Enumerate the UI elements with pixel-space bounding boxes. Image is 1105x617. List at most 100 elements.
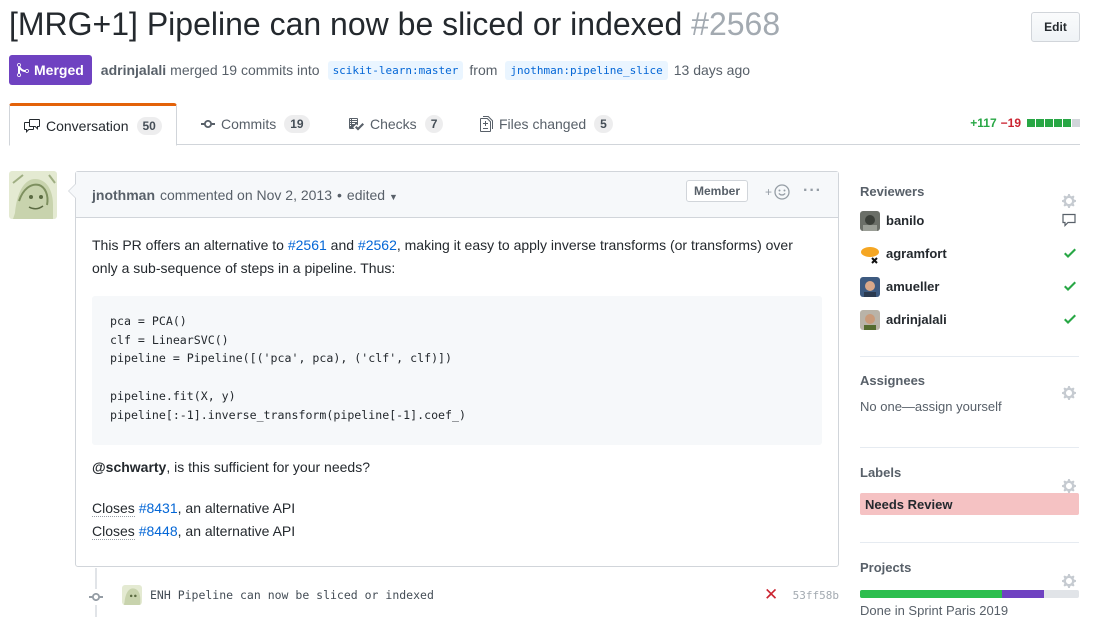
edited-label: edited xyxy=(346,186,386,203)
diffstat-block xyxy=(1036,119,1044,127)
mention-text: , is this sufficient for your needs? xyxy=(166,459,370,475)
issue-link-8431[interactable]: #8431 xyxy=(139,500,178,516)
diffstat-block xyxy=(1072,119,1080,127)
avatar xyxy=(860,309,880,330)
comment-timestamp[interactable]: commented on Nov 2, 2013 xyxy=(160,187,332,203)
commit-message[interactable]: ENH Pipeline can now be sliced or indexe… xyxy=(150,588,434,602)
closes-keyword[interactable]: Closes xyxy=(92,500,135,517)
projects-section: Projects Done in Sprint Paris 2019 xyxy=(860,554,1079,617)
merged-time[interactable]: 13 days ago xyxy=(674,62,750,78)
code-block: pca = PCA() clf = LinearSVC() pipeline =… xyxy=(92,296,822,445)
closes-text: , an alternative API xyxy=(177,523,296,539)
timeline-commit: ENH Pipeline can now be sliced or indexe… xyxy=(75,568,839,617)
closes-keyword[interactable]: Closes xyxy=(92,523,135,540)
diffstat-block xyxy=(1063,119,1071,127)
comment-separator: • xyxy=(337,186,342,203)
intro-text: This PR offers an alternative to xyxy=(92,237,288,253)
reviewer-name: agramfort xyxy=(886,246,947,261)
label-needs-review[interactable]: Needs Review xyxy=(860,493,1079,515)
tab-checks[interactable]: Checks 7 xyxy=(334,103,457,145)
reviewer-banilo[interactable]: banilo xyxy=(860,204,1079,237)
reviewer-name: amueller xyxy=(886,279,940,294)
merged-state-badge: Merged xyxy=(9,55,92,85)
file-diff-icon xyxy=(480,116,493,132)
commit-author-avatar[interactable] xyxy=(122,585,142,605)
comment-author[interactable]: jnothman xyxy=(92,187,155,203)
issue-link-2562[interactable]: #2562 xyxy=(358,237,397,253)
smiley-icon xyxy=(774,184,790,200)
diffstat-block xyxy=(1045,119,1053,127)
gear-icon[interactable] xyxy=(1061,478,1077,494)
tab-label: Commits xyxy=(221,116,277,132)
checklist-icon xyxy=(349,118,364,131)
head-branch[interactable]: jnothman:pipeline_slice xyxy=(505,60,668,80)
additions-count: +117 xyxy=(970,116,997,130)
author-avatar[interactable] xyxy=(9,171,57,219)
user-mention[interactable]: @schwarty xyxy=(92,459,166,475)
sidebar: Reviewers banilo agramfort amueller adri… xyxy=(860,171,1079,617)
assign-yourself-link[interactable]: No one—assign yourself xyxy=(860,399,1079,414)
pr-title: [MRG+1] Pipeline can now be sliced or in… xyxy=(9,4,1080,44)
avatar xyxy=(860,244,880,264)
diffstat-block xyxy=(1027,119,1035,127)
reviewer-amueller[interactable]: amueller xyxy=(860,270,1079,303)
pr-tabs: Conversation 50 Commits 19 Checks 7 File… xyxy=(9,103,1080,146)
diffstat[interactable]: +117 −19 xyxy=(970,116,1080,130)
comment-body: This PR offers an alternative to #2561 a… xyxy=(76,218,838,559)
project-progress-bar[interactable] xyxy=(860,590,1079,598)
from-text: from xyxy=(469,62,498,78)
merged-text: merged 19 commits into xyxy=(170,62,320,78)
git-commit-icon xyxy=(88,589,104,605)
git-merge-icon xyxy=(17,62,29,78)
commit-sha[interactable]: 53ff58b xyxy=(793,589,839,602)
reviewer-name: banilo xyxy=(886,213,925,228)
edit-title-button[interactable]: Edit xyxy=(1031,12,1080,42)
pr-number: #2568 xyxy=(691,6,781,42)
closes-line: Closes #8448, an alternative API xyxy=(92,520,822,543)
check-icon xyxy=(1063,278,1077,297)
reviewers-section: Reviewers banilo agramfort amueller adri… xyxy=(860,178,1079,357)
diffstat-blocks xyxy=(1027,119,1080,127)
x-icon[interactable]: ✕ xyxy=(764,585,778,605)
pr-header: [MRG+1] Pipeline can now be sliced or in… xyxy=(9,4,1080,48)
git-commit-icon xyxy=(201,120,215,128)
labels-section: Labels Needs Review xyxy=(860,459,1079,543)
mention-paragraph: @schwarty, is this sufficient for your n… xyxy=(92,456,822,479)
kebab-horizontal-icon[interactable]: ··· xyxy=(803,182,822,200)
gear-icon[interactable] xyxy=(1061,573,1077,589)
comment-header: jnothman commented on Nov 2, 2013 • edit… xyxy=(76,172,838,218)
add-reaction-button[interactable]: + xyxy=(765,184,790,200)
issue-link-8448[interactable]: #8448 xyxy=(139,523,178,539)
reviewers-title: Reviewers xyxy=(860,183,925,199)
tab-counter: 7 xyxy=(424,115,444,133)
comment-intro: This PR offers an alternative to #2561 a… xyxy=(92,234,822,280)
tab-files-changed[interactable]: Files changed 5 xyxy=(466,103,627,145)
reviewer-name: adrinjalali xyxy=(886,312,947,327)
tab-counter: 5 xyxy=(594,115,613,133)
tab-counter: 19 xyxy=(284,115,310,133)
base-branch[interactable]: scikit-learn:master xyxy=(327,60,464,80)
issue-link-2561[interactable]: #2561 xyxy=(288,237,327,253)
reviewer-agramfort[interactable]: agramfort xyxy=(860,237,1079,270)
gear-icon[interactable] xyxy=(1061,385,1077,401)
project-status[interactable]: Done in Sprint Paris 2019 xyxy=(860,603,1079,617)
pr-meta: Merged adrinjalali merged 19 commits int… xyxy=(9,55,752,85)
tab-counter: 50 xyxy=(136,116,162,135)
deletions-count: −19 xyxy=(1000,116,1021,130)
merger-link[interactable]: adrinjalali xyxy=(101,62,166,78)
pr-title-text: [MRG+1] Pipeline can now be sliced or in… xyxy=(9,6,683,42)
avatar xyxy=(860,210,880,231)
closes-line: Closes #8431, an alternative API xyxy=(92,497,822,520)
closes-text: , an alternative API xyxy=(177,500,296,516)
reviewer-adrinjalali[interactable]: adrinjalali xyxy=(860,303,1079,336)
state-label: Merged xyxy=(34,62,84,78)
tab-label: Conversation xyxy=(46,117,129,134)
tab-conversation[interactable]: Conversation 50 xyxy=(9,103,177,146)
edited-dropdown[interactable]: edited ▼ xyxy=(347,187,398,203)
diffstat-block xyxy=(1054,119,1062,127)
progress-done xyxy=(860,590,1003,598)
tab-commits[interactable]: Commits 19 xyxy=(187,103,324,145)
member-badge: Member xyxy=(685,180,748,202)
check-icon xyxy=(1063,311,1077,330)
tab-label: Checks xyxy=(370,116,417,132)
